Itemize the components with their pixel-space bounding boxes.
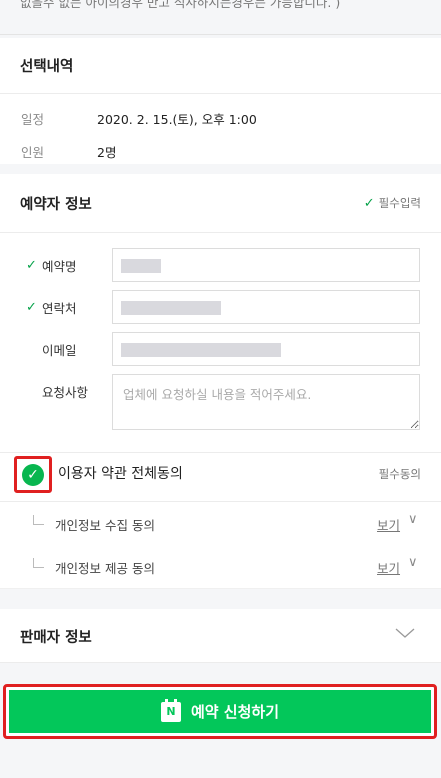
contact-row: ✓ 연락처: [0, 290, 441, 324]
email-row: 이메일: [0, 332, 441, 366]
name-label-text: 예약명: [42, 258, 77, 274]
agree-all-label[interactable]: 이용자 약관 전체동의: [58, 463, 183, 483]
check-icon: ✓: [22, 464, 44, 486]
required-input-text: 필수입력: [378, 196, 421, 210]
request-textarea[interactable]: [112, 374, 420, 430]
booker-panel: 예약자 정보 ✓ 필수입력 ✓ 예약명 ✓ 연락처 이메일 요청사항 업체에 요…: [0, 174, 441, 452]
schedule-label: 일정: [21, 112, 45, 127]
chevron-down-icon[interactable]: ∨: [408, 512, 418, 527]
name-label: ✓ 예약명: [0, 248, 110, 282]
contact-label-text: 연락처: [42, 300, 77, 316]
top-note-text: 없을수 없는 아이의경우 반고 식사하시는경우는 가능합니다. ): [20, 0, 341, 10]
redacted-email: [121, 343, 281, 357]
schedule-value: 2020. 2. 15.(토), 오후 1:00: [97, 112, 257, 127]
name-input[interactable]: [112, 248, 420, 282]
check-icon: ✓: [363, 195, 375, 211]
name-row: ✓ 예약명: [0, 248, 441, 282]
chevron-down-icon[interactable]: ∨: [408, 555, 418, 570]
contact-label: ✓ 연락처: [0, 290, 110, 324]
privacy-collect-label: 개인정보 수집 동의: [55, 518, 155, 533]
email-label: 이메일: [0, 332, 110, 366]
check-icon: ✓: [26, 257, 37, 273]
reserve-button-label: 예약 신청하기: [190, 703, 280, 721]
naver-calendar-icon: N: [160, 698, 181, 722]
people-row: 인원 2명: [0, 135, 441, 168]
reserve-button-highlight: N 예약 신청하기: [3, 684, 437, 739]
booker-header: 예약자 정보 ✓ 필수입력: [0, 174, 441, 233]
email-input[interactable]: [112, 332, 420, 366]
request-label-text: 요청사항: [42, 384, 89, 400]
seller-panel[interactable]: 판매자 정보: [0, 609, 441, 663]
selection-panel: 선택내역 일정 2020. 2. 15.(토), 오후 1:00 인원 2명: [0, 38, 441, 164]
schedule-row: 일정 2020. 2. 15.(토), 오후 1:00: [0, 102, 441, 135]
agreement-item: 개인정보 수집 동의 보기 ∨: [0, 502, 441, 546]
redacted-name: [121, 259, 161, 273]
top-note: 없을수 없는 아이의경우 반고 식사하시는경우는 가능합니다. ): [0, 0, 441, 35]
selection-title: 선택내역: [20, 59, 74, 75]
indent-corner-icon: [33, 515, 44, 525]
request-label: 요청사항: [0, 374, 110, 408]
privacy-share-label: 개인정보 제공 동의: [55, 561, 155, 576]
check-icon: ✓: [26, 299, 37, 315]
email-label-text: 이메일: [42, 342, 77, 358]
indent-corner-icon: [33, 558, 44, 568]
agree-all-checkbox[interactable]: ✓: [14, 456, 52, 493]
selection-header: 선택내역: [0, 38, 441, 94]
seller-title: 판매자 정보: [20, 630, 92, 646]
booker-title: 예약자 정보: [20, 196, 92, 213]
agreement-item: 개인정보 제공 동의 보기 ∨: [0, 545, 441, 589]
people-value: 2명: [97, 145, 117, 160]
required-agree-note: 필수동의: [378, 467, 421, 481]
contact-input[interactable]: [112, 290, 420, 324]
reserve-button[interactable]: N 예약 신청하기: [9, 690, 431, 733]
required-input-note: ✓ 필수입력: [364, 195, 421, 211]
view-link[interactable]: 보기: [377, 558, 400, 577]
redacted-contact: [121, 301, 221, 315]
request-row: 요청사항: [0, 374, 441, 432]
people-label: 인원: [21, 145, 45, 160]
view-link[interactable]: 보기: [377, 515, 400, 534]
chevron-down-icon[interactable]: [395, 623, 415, 643]
